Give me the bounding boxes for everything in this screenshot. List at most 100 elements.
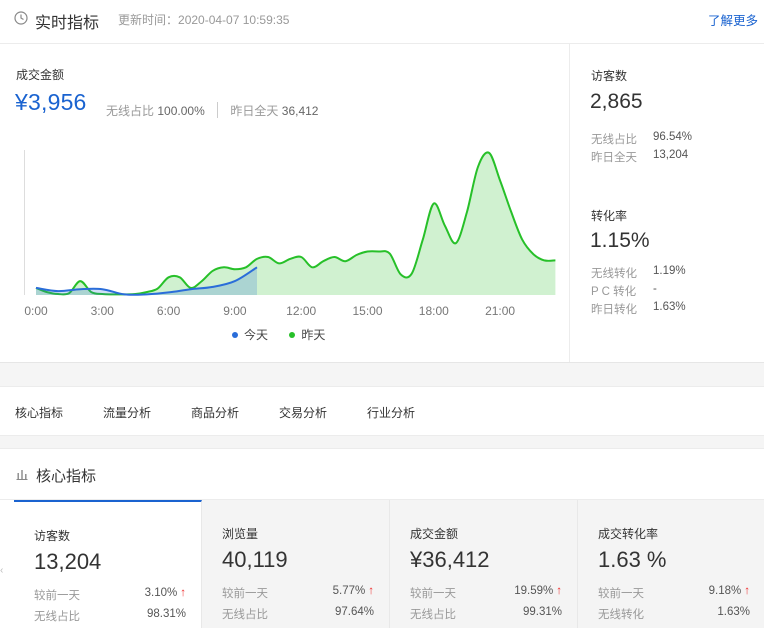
- x-tick-label: 18:00: [419, 304, 449, 318]
- compare-value: 9.18% ↑: [709, 585, 750, 597]
- update-label: 更新时间：: [118, 13, 179, 27]
- legend-item-yesterday[interactable]: 昨天: [289, 328, 325, 342]
- gmv-wireless-label: 无线占比: [106, 104, 155, 118]
- learn-more-link[interactable]: 了解更多: [708, 10, 758, 29]
- visitors-yesterday-label: 昨日全天: [591, 152, 637, 164]
- compare-label: 较前一天: [598, 588, 644, 600]
- x-tick-label: 0:00: [24, 304, 48, 318]
- share-label: 无线占比: [34, 611, 80, 623]
- compare-label: 较前一天: [34, 590, 80, 602]
- realtime-kpis: 访客数 2,865 无线占比 96.54% 昨日全天 13,204 转化率 1.15…: [570, 44, 764, 362]
- gmv-yesterday-label: 昨日全天: [230, 104, 279, 118]
- metric-card-value: 1.63 %: [598, 547, 667, 572]
- metric-card-compare-row: 较前一天 3.10% ↑: [34, 587, 186, 603]
- metric-card-compare-row: 较前一天 5.77% ↑: [222, 585, 374, 601]
- realtime-title: 实时指标: [35, 15, 100, 32]
- metric-card-value: 40,119: [222, 547, 288, 572]
- chart-legend: 今天 昨天: [232, 326, 343, 343]
- gmv-meta: 无线占比 100.00% 昨日全天 36,412: [106, 102, 318, 119]
- compare-percent: 3.10%: [144, 587, 178, 599]
- tab-product-analysis[interactable]: 商品分析: [191, 404, 239, 421]
- metric-card-share-row: 无线占比 97.64%: [222, 606, 374, 622]
- visitors-yesterday-row: 昨日全天 13,204: [591, 149, 688, 165]
- x-tick-label: 3:00: [91, 304, 115, 318]
- metric-card-value: 13,204: [34, 549, 102, 574]
- clock-icon: [14, 11, 28, 25]
- visitors-wireless-value: 96.54%: [653, 131, 693, 143]
- x-tick-label: 9:00: [223, 304, 247, 318]
- metric-card-label: 成交金额: [410, 527, 459, 541]
- gmv-meta-separator: [217, 102, 219, 118]
- legend-dot-today: [232, 332, 238, 338]
- core-metrics-panel: 核心指标 访客数 13,204 较前一天 3.10% ↑ 无线占比 98.31% 浏览…: [0, 448, 764, 628]
- metric-card-visitors[interactable]: 访客数 13,204 较前一天 3.10% ↑ 无线占比 98.31%: [14, 500, 202, 628]
- realtime-header: 实时指标 更新时间：2020-04-07 10:59:35 了解更多: [0, 0, 764, 44]
- metric-card-label: 浏览量: [222, 527, 259, 541]
- metric-card-pageviews[interactable]: 浏览量 40,119 较前一天 5.77% ↑ 无线占比 97.64%: [202, 500, 390, 628]
- update-time: 更新时间：2020-04-07 10:59:35: [118, 11, 289, 28]
- share-label: 无线转化: [598, 609, 644, 621]
- arrow-up-icon: ↑: [368, 585, 374, 597]
- conversion-wireless-label: 无线转化: [591, 268, 637, 280]
- conversion-pc-row: P C 转化 -: [591, 283, 657, 299]
- conversion-yesterday-row: 昨日转化 1.63%: [591, 301, 686, 317]
- conversion-value: 1.15%: [590, 229, 650, 252]
- metric-card-conversion[interactable]: 成交转化率 1.63 % 较前一天 9.18% ↑ 无线转化 1.63%: [578, 500, 764, 628]
- share-label: 无线占比: [410, 609, 456, 621]
- gmv-wireless-value: 100.00%: [157, 104, 205, 118]
- compare-percent: 19.59%: [514, 585, 554, 597]
- update-time-value: 2020-04-07 10:59:35: [178, 13, 290, 27]
- compare-label: 较前一天: [410, 588, 456, 600]
- x-tick-label: 15:00: [352, 304, 382, 318]
- tab-transaction-analysis[interactable]: 交易分析: [279, 404, 327, 421]
- visitors-wireless-label: 无线占比: [591, 134, 637, 146]
- visitors-value: 2,865: [590, 90, 643, 113]
- metric-card-compare-row: 较前一天 9.18% ↑: [598, 585, 750, 601]
- share-value: 98.31%: [146, 608, 186, 620]
- core-metrics-title: 核心指标: [36, 468, 97, 485]
- conversion-pc-value: -: [653, 283, 657, 295]
- gmv-value: ¥3,956: [15, 89, 87, 115]
- metric-cards: 访客数 13,204 较前一天 3.10% ↑ 无线占比 98.31% 浏览量 40,…: [14, 500, 764, 628]
- metric-card-label: 成交转化率: [598, 527, 659, 541]
- conversion-yesterday-label: 昨日转化: [591, 304, 637, 316]
- tab-industry-analysis[interactable]: 行业分析: [367, 404, 415, 421]
- compare-percent: 9.18%: [708, 585, 742, 597]
- metric-card-share-row: 无线占比 98.31%: [34, 608, 186, 624]
- share-value: 1.63%: [717, 606, 750, 618]
- share-value: 99.31%: [522, 606, 562, 618]
- bar-chart-icon: [16, 470, 28, 480]
- conversion-label: 转化率: [591, 209, 628, 223]
- compare-value: 19.59% ↑: [514, 585, 562, 597]
- x-tick-label: 21:00: [485, 304, 515, 318]
- metric-card-share-row: 无线占比 99.31%: [410, 606, 562, 622]
- legend-dot-yesterday: [289, 332, 296, 338]
- conversion-wireless-value: 1.19%: [653, 265, 686, 277]
- share-label: 无线占比: [222, 609, 268, 621]
- compare-value: 5.77% ↑: [333, 585, 374, 597]
- share-value: 97.64%: [334, 606, 374, 618]
- legend-label-yesterday: 昨天: [301, 328, 326, 342]
- gmv-label: 成交金额: [16, 68, 65, 82]
- arrow-up-icon: ↑: [744, 585, 750, 597]
- series-area-yesterday: [36, 152, 556, 295]
- conversion-yesterday-value: 1.63%: [653, 301, 686, 313]
- visitors-wireless-row: 无线占比 96.54%: [591, 131, 692, 147]
- tab-traffic-analysis[interactable]: 流量分析: [103, 404, 151, 421]
- legend-item-today[interactable]: 今天: [232, 328, 268, 342]
- visitors-label: 访客数: [591, 69, 628, 83]
- tab-core-metrics[interactable]: 核心指标: [15, 404, 63, 421]
- analysis-tabs: 核心指标 流量分析 商品分析 交易分析 行业分析: [0, 386, 764, 436]
- conversion-pc-label: P C 转化: [591, 286, 637, 298]
- compare-value: 3.10% ↑: [145, 587, 186, 599]
- chevron-left-icon[interactable]: ‹: [0, 565, 3, 576]
- metric-card-gmv[interactable]: 成交金额 ¥36,412 较前一天 19.59% ↑ 无线占比 99.31%: [390, 500, 578, 628]
- gmv-yesterday-value: 36,412: [281, 104, 319, 118]
- metric-card-share-row: 无线转化 1.63%: [598, 606, 750, 622]
- visitors-yesterday-value: 13,204: [653, 149, 689, 161]
- compare-label: 较前一天: [222, 588, 268, 600]
- realtime-trend-chart: 0:00 3:00 6:00 9:00 12:00 15:00 18:00 21:00: [24, 150, 556, 318]
- legend-label-today: 今天: [244, 328, 269, 342]
- metric-card-label: 访客数: [34, 529, 71, 543]
- x-tick-label: 12:00: [286, 304, 316, 318]
